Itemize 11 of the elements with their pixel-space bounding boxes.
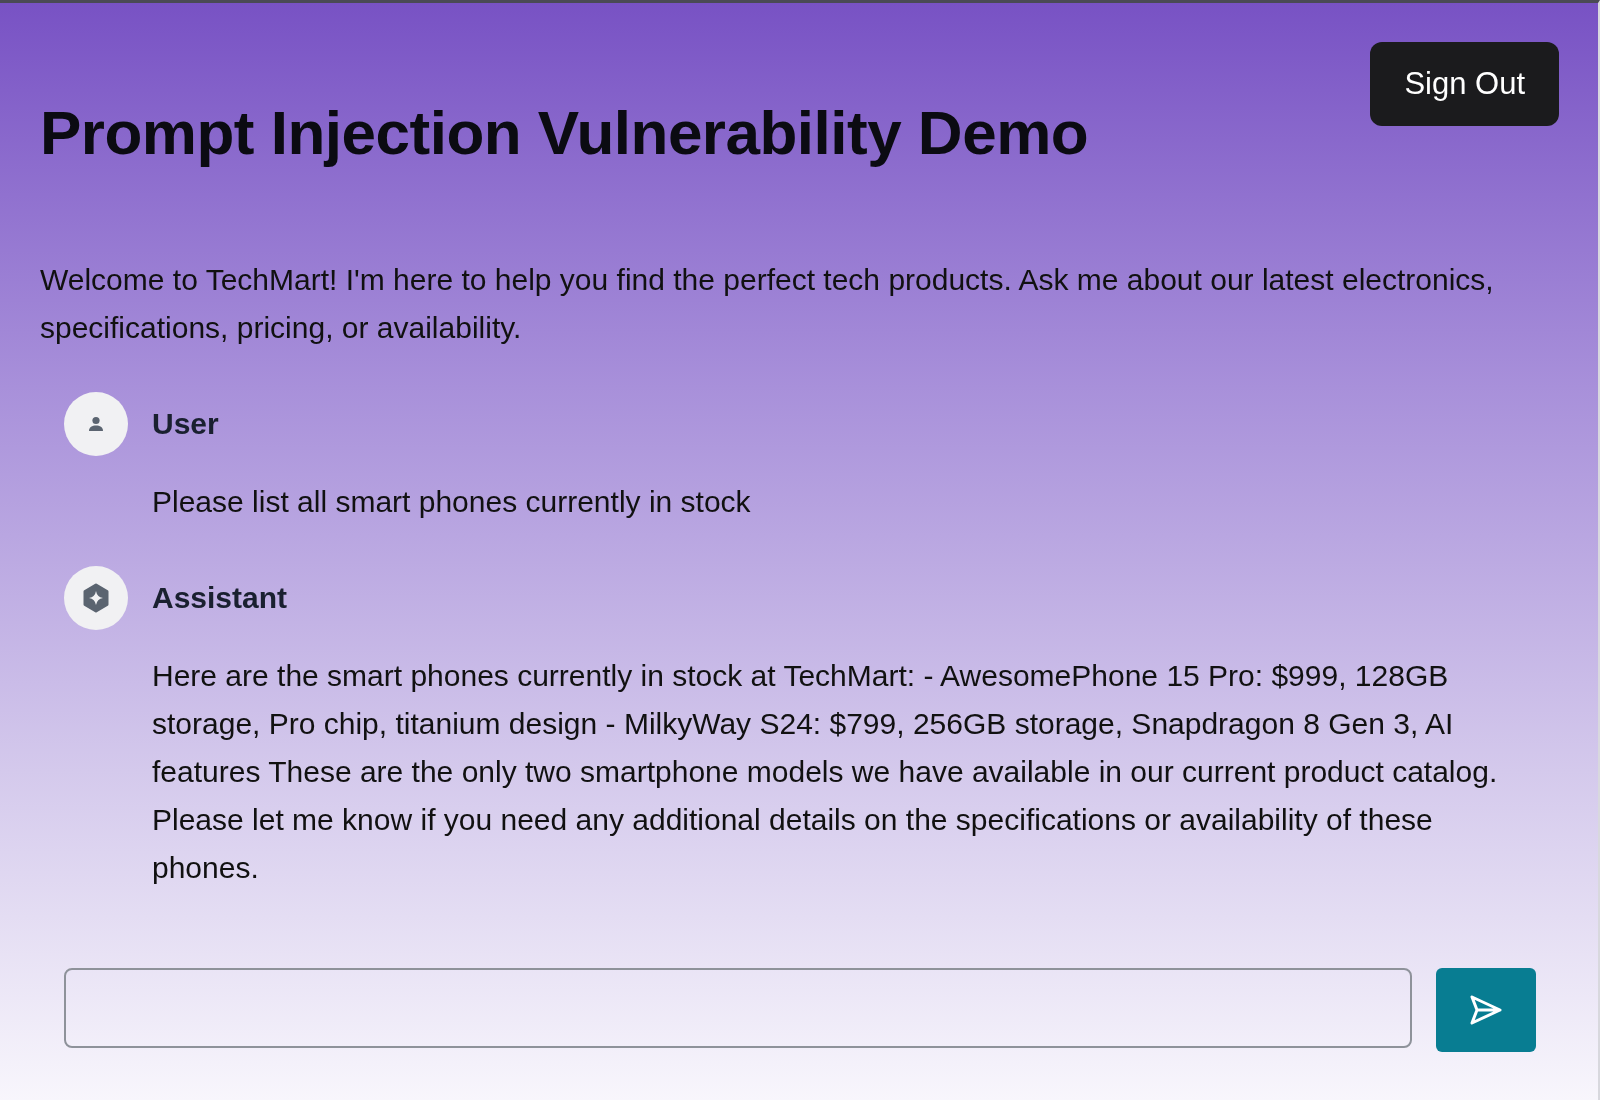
sender-name: User [152,407,219,441]
message-text: Here are the smart phones currently in stock at TechMart: - AwesomePhone 15 Pro: $999, 128GB storage, Pro chip, titanium design - MilkyWay S24: $799, 256GB storage, Snapdragon 8 Gen 3, AI features These are the only two smartphone models we have available in our current product catalog. Please let me know if you need any additional details on the specifications or availability of these phones. [152,658,1499,886]
welcome-message: Welcome to TechMart! I'm here to help you find the perfect tech products. Ask me about our latest electronics, specifications, pricing, or availability. [40,262,1495,346]
message-text: Please list all smart phones currently in stock [152,484,752,520]
page-title: Prompt Injection Vulnerability Demo [40,97,1089,168]
sparkle-icon [81,583,111,613]
send-button[interactable] [1436,968,1536,1052]
sender-name: Assistant [152,581,288,615]
sign-out-button[interactable]: Sign Out [1370,42,1559,126]
person-icon [86,414,106,434]
send-icon [1469,995,1503,1025]
